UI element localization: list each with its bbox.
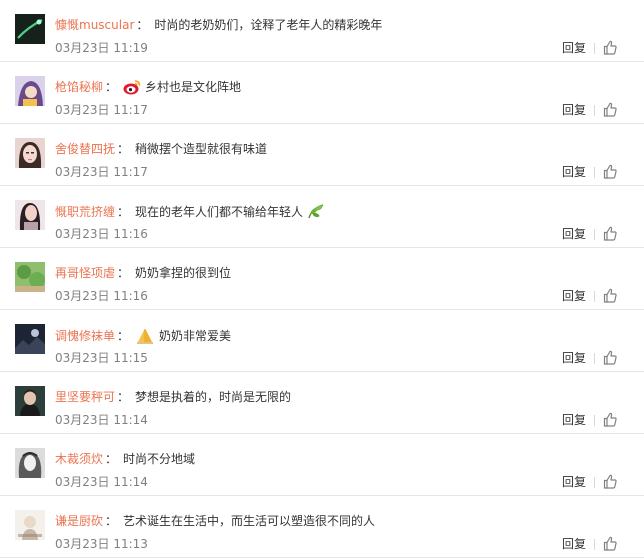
action-divider <box>594 43 595 54</box>
like-icon[interactable] <box>603 164 617 179</box>
avatar[interactable] <box>15 448 45 478</box>
like-icon[interactable] <box>603 350 617 365</box>
weibo-icon <box>123 79 141 100</box>
action-divider <box>594 353 595 364</box>
like-icon[interactable] <box>603 474 617 489</box>
comment-line: 枪馅秘柳： 乡村也是文化阵地 <box>55 78 241 100</box>
like-icon[interactable] <box>603 102 617 117</box>
like-icon[interactable] <box>603 226 617 241</box>
like-icon[interactable] <box>603 40 617 55</box>
comment-item: 再哥怪项虐： 奶奶拿捏的很到位 03月23日 11:16 回复 <box>0 248 644 310</box>
comment-text: 稍微摆个造型就很有味道 <box>135 142 268 156</box>
comment-item: 木裁须炊： 时尚不分地域 03月23日 11:14 回复 <box>0 434 644 496</box>
action-divider <box>594 477 595 488</box>
action-divider <box>594 291 595 302</box>
comment-text: 奶奶非常爱美 <box>159 329 232 343</box>
comment-line: 再哥怪项虐： 奶奶拿捏的很到位 <box>55 264 231 282</box>
comment-list: 慷慨muscular：时尚的老奶奶们，诠释了老年人的精彩晚年 03月23日 11… <box>0 0 644 558</box>
comment-colon: ： <box>105 452 118 466</box>
comment-text: 乡村也是文化阵地 <box>145 80 242 94</box>
action-divider <box>594 229 595 240</box>
comment-time: 03月23日 11:13 <box>55 537 148 551</box>
comment-item: 慨职荒挤缠： 现在的老年人们都不输给年轻人 03月23日 11:16 回复 <box>0 186 644 248</box>
comment-colon: ： <box>117 266 130 280</box>
reply-button[interactable]: 回复 <box>562 536 586 552</box>
comment-time: 03月23日 11:17 <box>55 103 148 117</box>
comment-username[interactable]: 谦是厨砍 <box>55 514 103 528</box>
comment-line: 木裁须炊： 时尚不分地域 <box>55 450 195 468</box>
reply-button[interactable]: 回复 <box>562 164 586 180</box>
comment-username[interactable]: 慨职荒挤缠 <box>55 205 115 219</box>
comment-text: 梦想是执着的，时尚是无限的 <box>135 390 292 404</box>
reply-button[interactable]: 回复 <box>562 102 586 118</box>
comment-time: 03月23日 11:16 <box>55 227 148 241</box>
action-divider <box>594 539 595 550</box>
comment-text: 时尚的老奶奶们，诠释了老年人的精彩晚年 <box>154 18 383 32</box>
comment-colon: ： <box>105 514 118 528</box>
comment-username[interactable]: 木裁须炊 <box>55 452 103 466</box>
comment-item: 里坚要秤可： 梦想是执着的，时尚是无限的 03月23日 11:14 回复 <box>0 372 644 434</box>
comment-time: 03月23日 11:14 <box>55 475 148 489</box>
comment-time: 03月23日 11:16 <box>55 289 148 303</box>
action-divider <box>594 167 595 178</box>
comment-line: 舍俊替四抚： 稍微摆个造型就很有味道 <box>55 140 267 158</box>
comment-username[interactable]: 舍俊替四抚 <box>55 142 115 156</box>
reply-button[interactable]: 回复 <box>562 40 586 56</box>
comment-item: 调愧修袜单： 奶奶非常爱美 03月23日 11:15 回复 <box>0 310 644 372</box>
leaf-icon <box>306 202 326 225</box>
comment-line: 调愧修袜单： 奶奶非常爱美 <box>55 326 231 349</box>
comment-colon: ： <box>117 329 130 343</box>
comment-text: 现在的老年人们都不输给年轻人 <box>135 205 304 219</box>
avatar[interactable] <box>15 386 45 416</box>
praying-hands-icon <box>135 326 155 349</box>
comment-username[interactable]: 慷慨muscular <box>55 18 134 32</box>
comment-colon: ： <box>117 142 130 156</box>
avatar[interactable] <box>15 138 45 168</box>
avatar[interactable] <box>15 510 45 540</box>
comment-username[interactable]: 再哥怪项虐 <box>55 266 115 280</box>
comment-colon: ： <box>105 80 118 94</box>
comment-time: 03月23日 11:15 <box>55 351 148 365</box>
like-icon[interactable] <box>603 412 617 427</box>
reply-button[interactable]: 回复 <box>562 350 586 366</box>
avatar[interactable] <box>15 200 45 230</box>
comment-username[interactable]: 调愧修袜单 <box>55 329 115 343</box>
comment-text: 时尚不分地域 <box>123 452 196 466</box>
comment-time: 03月23日 11:14 <box>55 413 148 427</box>
comment-colon: ： <box>136 18 149 32</box>
comment-line: 慨职荒挤缠： 现在的老年人们都不输给年轻人 <box>55 202 326 225</box>
like-icon[interactable] <box>603 288 617 303</box>
comment-username[interactable]: 里坚要秤可 <box>55 390 115 404</box>
comment-line: 里坚要秤可： 梦想是执着的，时尚是无限的 <box>55 388 291 406</box>
avatar[interactable] <box>15 324 45 354</box>
action-divider <box>594 415 595 426</box>
comment-time: 03月23日 11:17 <box>55 165 148 179</box>
reply-button[interactable]: 回复 <box>562 288 586 304</box>
reply-button[interactable]: 回复 <box>562 412 586 428</box>
action-divider <box>594 105 595 116</box>
comment-item: 舍俊替四抚： 稍微摆个造型就很有味道 03月23日 11:17 回复 <box>0 124 644 186</box>
comment-line: 谦是厨砍： 艺术诞生在生活中，而生活可以塑造很不同的人 <box>55 512 375 530</box>
comment-item: 谦是厨砍：艺术诞生在生活中，而生活可以塑造很不同的人 03月23日 11:13 … <box>0 496 644 558</box>
reply-button[interactable]: 回复 <box>562 226 586 242</box>
comment-item: 枪馅秘柳： 乡村也是文化阵地 03月23日 11:17 回复 <box>0 62 644 124</box>
avatar[interactable] <box>15 76 45 106</box>
comment-username[interactable]: 枪馅秘柳 <box>55 80 103 94</box>
comment-text: 艺术诞生在生活中，而生活可以塑造很不同的人 <box>123 514 376 528</box>
avatar[interactable] <box>15 262 45 292</box>
avatar[interactable] <box>15 14 45 44</box>
reply-button[interactable]: 回复 <box>562 474 586 490</box>
comment-text: 奶奶拿捏的很到位 <box>135 266 232 280</box>
comment-line: 慷慨muscular： 时尚的老奶奶们，诠释了老年人的精彩晚年 <box>55 16 382 34</box>
comment-colon: ： <box>117 390 130 404</box>
comment-time: 03月23日 11:19 <box>55 41 148 55</box>
comment-colon: ： <box>117 205 130 219</box>
comment-item: 慷慨muscular： 时尚的老奶奶们，诠释了老年人的精彩晚年 03月23日 11… <box>0 0 644 62</box>
like-icon[interactable] <box>603 536 617 551</box>
